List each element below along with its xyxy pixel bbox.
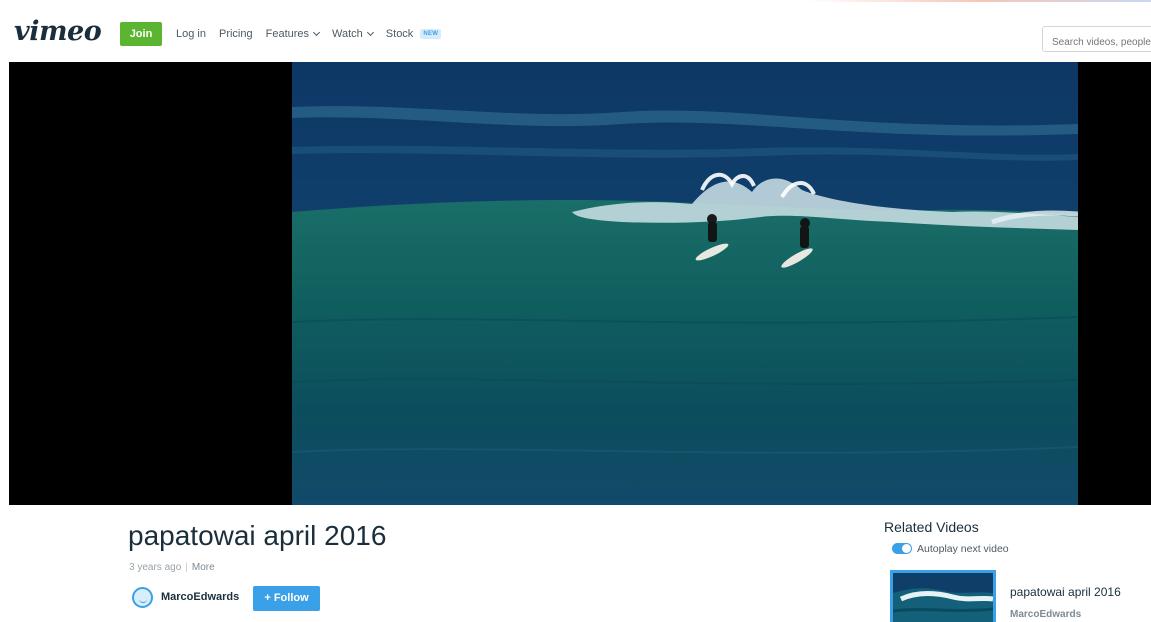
nav-watch[interactable]: Watch bbox=[332, 28, 374, 40]
nav-features[interactable]: Features bbox=[265, 28, 321, 40]
surf-scene bbox=[292, 62, 1078, 505]
nav-log-in-label: Log in bbox=[176, 28, 206, 40]
upload-age: 3 years ago bbox=[129, 562, 182, 573]
nav-pricing[interactable]: Pricing bbox=[219, 28, 253, 40]
video-meta: 3 years ago | More bbox=[129, 562, 215, 573]
nav-stock-label: Stock bbox=[385, 28, 414, 40]
search-input[interactable] bbox=[1042, 26, 1151, 52]
nav-pricing-label: Pricing bbox=[218, 28, 253, 40]
author-name[interactable]: MarcoEdwards bbox=[161, 591, 239, 603]
related-videos-heading: Related Videos bbox=[884, 519, 979, 535]
toggle-knob bbox=[902, 544, 911, 553]
nav-watch-label: Watch bbox=[332, 28, 363, 40]
vimeo-logo[interactable]: vimeo bbox=[14, 17, 102, 47]
autoplay-toggle[interactable] bbox=[892, 543, 912, 554]
main-nav: Log in Pricing Features Watch Stock NEW bbox=[176, 22, 454, 46]
related-item-title[interactable]: papatowai april 2016 bbox=[1010, 585, 1121, 599]
related-thumbnail[interactable] bbox=[890, 570, 996, 622]
chevron-down-icon bbox=[312, 28, 321, 37]
video-title: papatowai april 2016 bbox=[128, 520, 387, 551]
join-button[interactable]: Join bbox=[120, 22, 162, 46]
more-link[interactable]: More bbox=[192, 562, 215, 573]
smile-icon bbox=[139, 599, 147, 603]
new-badge: NEW bbox=[420, 29, 442, 39]
meta-separator: | bbox=[185, 562, 188, 573]
related-item-author[interactable]: MarcoEdwards bbox=[1010, 609, 1081, 620]
thumbnail-image bbox=[893, 573, 993, 622]
video-player[interactable] bbox=[9, 62, 1151, 505]
avatar[interactable] bbox=[132, 587, 153, 608]
chevron-down-icon bbox=[366, 28, 374, 37]
nav-stock[interactable]: Stock NEW bbox=[385, 28, 442, 40]
site-header: vimeo Join Log in Pricing Features Watch… bbox=[0, 2, 1151, 62]
video-frame[interactable] bbox=[292, 62, 1078, 505]
nav-features-label: Features bbox=[265, 28, 310, 40]
autoplay-label: Autoplay next video bbox=[917, 543, 1009, 555]
nav-log-in[interactable]: Log in bbox=[176, 28, 206, 40]
follow-button[interactable]: + Follow bbox=[253, 586, 320, 611]
